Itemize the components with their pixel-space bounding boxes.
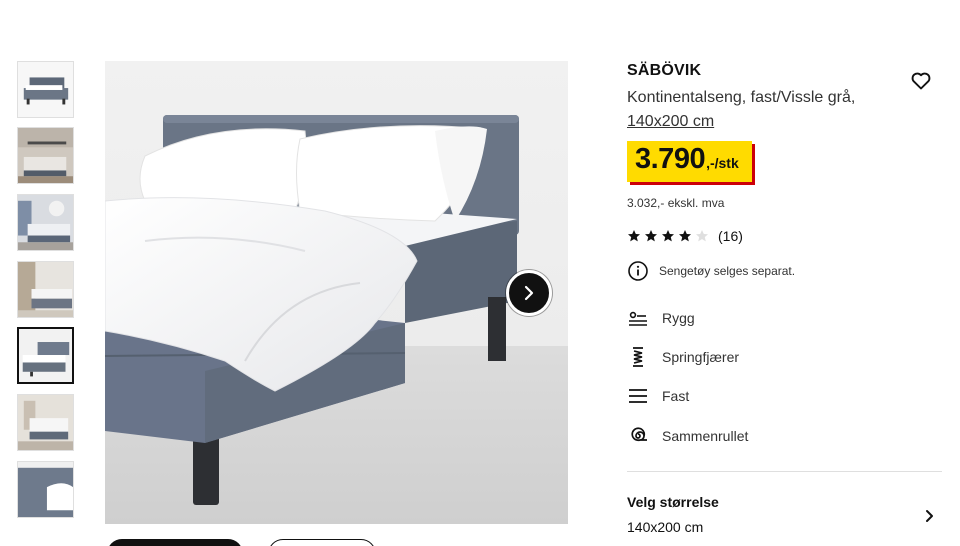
star-empty-icon	[696, 230, 708, 242]
secondary-pill-button[interactable]	[268, 539, 376, 546]
product-description: Kontinentalseng, fast/Vissle grå,	[627, 89, 856, 106]
back-sleeper-icon	[629, 311, 647, 326]
bedding-notice: Sengetøy selges separat.	[627, 260, 795, 282]
size-link[interactable]: 140x200 cm	[627, 110, 714, 134]
rating-count: (16)	[718, 228, 743, 244]
star-filled-icon	[679, 230, 691, 242]
feature-label: Fast	[662, 388, 690, 404]
feature-springs: Springfjærer	[627, 346, 739, 368]
chevron-right-icon	[926, 510, 933, 522]
choose-size-value: 140x200 cm	[627, 519, 704, 535]
thumbnail-6[interactable]	[17, 394, 74, 451]
price-main: 3.790	[635, 143, 706, 175]
next-image-button[interactable]	[506, 270, 552, 316]
rating[interactable]: (16)	[627, 228, 743, 244]
firmness-lines-icon	[629, 389, 647, 403]
spring-icon	[633, 347, 643, 367]
star-filled-icon	[645, 230, 657, 242]
price-ex-vat: 3.032,- ekskl. mva	[627, 196, 725, 210]
choose-size-title: Velg størrelse	[627, 494, 719, 510]
chevron-right-icon	[524, 285, 534, 301]
star-filled-icon	[662, 230, 674, 242]
divider	[627, 471, 942, 472]
thumbnail-3[interactable]	[17, 194, 74, 251]
feature-label: Sammenrullet	[662, 428, 749, 444]
heart-icon[interactable]	[910, 70, 932, 92]
thumbnail-1[interactable]	[17, 61, 74, 118]
feature-label: Rygg	[662, 310, 695, 326]
choose-size-row[interactable]: Velg størrelse 140x200 cm	[627, 487, 942, 543]
info-icon	[628, 261, 648, 281]
notice-text: Sengetøy selges separat.	[659, 264, 796, 278]
feature-rolled: Sammenrullet	[627, 425, 748, 447]
thumbnail-7[interactable]	[17, 461, 74, 518]
thumbnail-2[interactable]	[17, 127, 74, 184]
main-product-image	[105, 61, 568, 524]
rating-stars	[627, 229, 709, 243]
feature-back-sleeper: Rygg	[627, 307, 695, 329]
thumbnail-5-selected[interactable]	[17, 327, 74, 384]
price-unit: ,-/stk	[706, 155, 739, 171]
feature-firmness: Fast	[627, 385, 689, 407]
product-name: SÄBÖVIK	[627, 62, 702, 79]
feature-label: Springfjærer	[662, 349, 740, 365]
thumbnail-4[interactable]	[17, 261, 74, 318]
star-filled-icon	[628, 230, 640, 242]
price-tag: 3.790 ,-/stk	[627, 141, 752, 182]
rolled-icon	[631, 427, 647, 442]
primary-pill-button[interactable]	[107, 539, 243, 546]
